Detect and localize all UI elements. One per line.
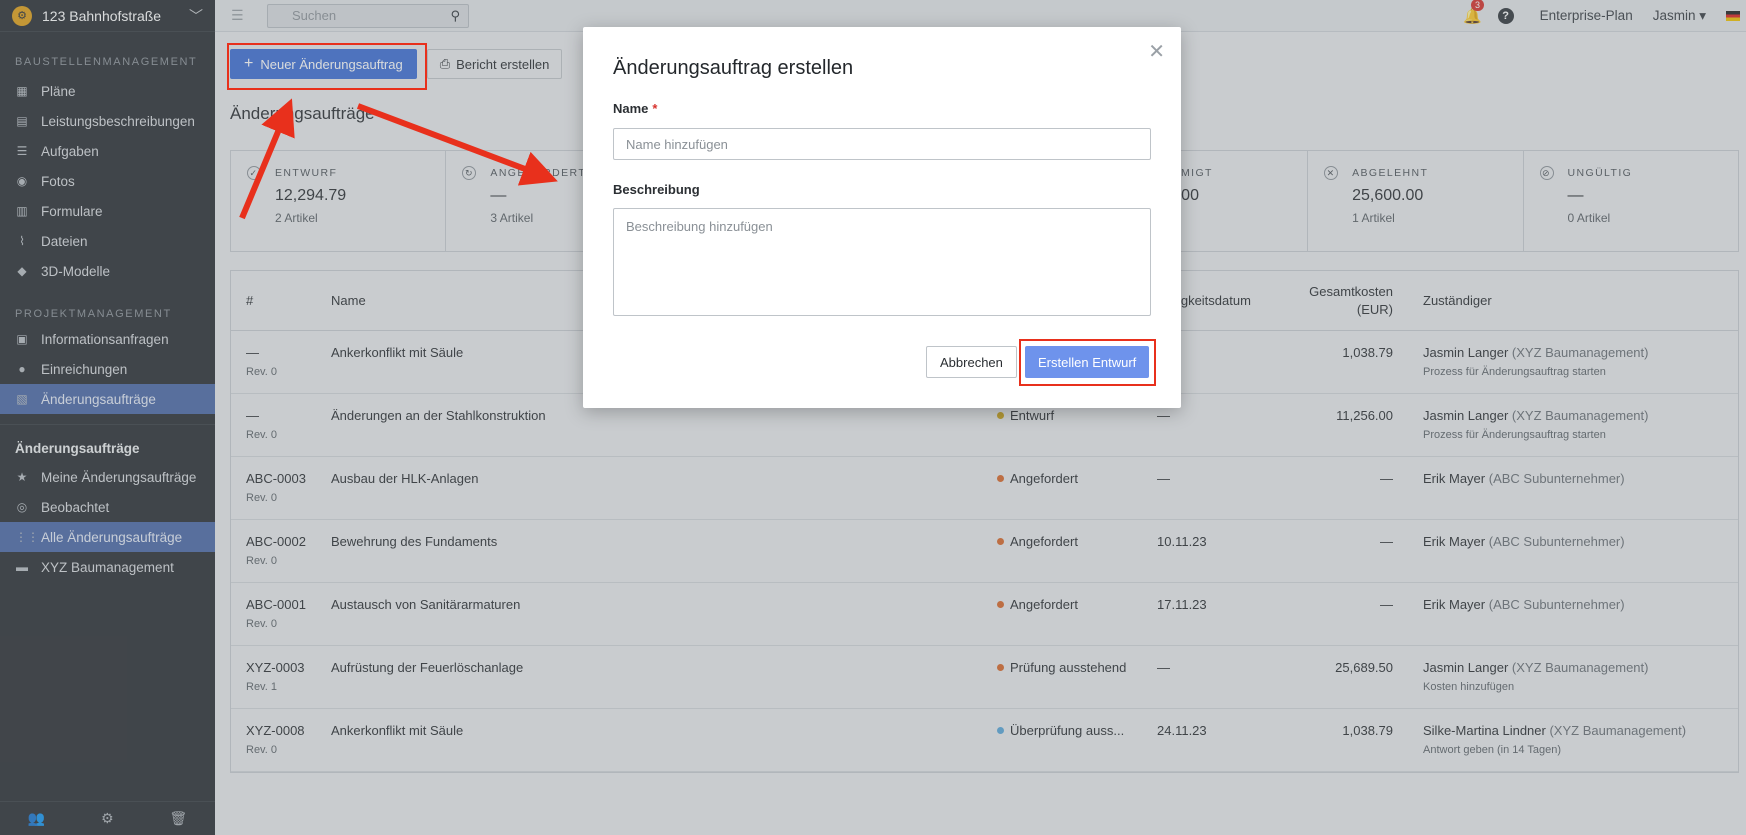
description-textarea[interactable]: Beschreibung hinzufügen xyxy=(613,208,1151,316)
cancel-button[interactable]: Abbrechen xyxy=(926,346,1017,378)
required-marker: * xyxy=(652,101,658,116)
highlight-create-button xyxy=(1019,339,1156,386)
name-input[interactable]: Name hinzufügen xyxy=(613,128,1151,160)
description-label: Beschreibung xyxy=(613,182,700,197)
close-icon[interactable]: ✕ xyxy=(1148,39,1165,64)
name-label-text: Name xyxy=(613,101,649,116)
name-placeholder: Name hinzufügen xyxy=(626,136,728,152)
description-placeholder: Beschreibung hinzufügen xyxy=(626,219,773,234)
name-label: Name * xyxy=(613,101,657,116)
dialog-title: Änderungsauftrag erstellen xyxy=(613,57,854,79)
highlight-new-button xyxy=(227,43,427,90)
